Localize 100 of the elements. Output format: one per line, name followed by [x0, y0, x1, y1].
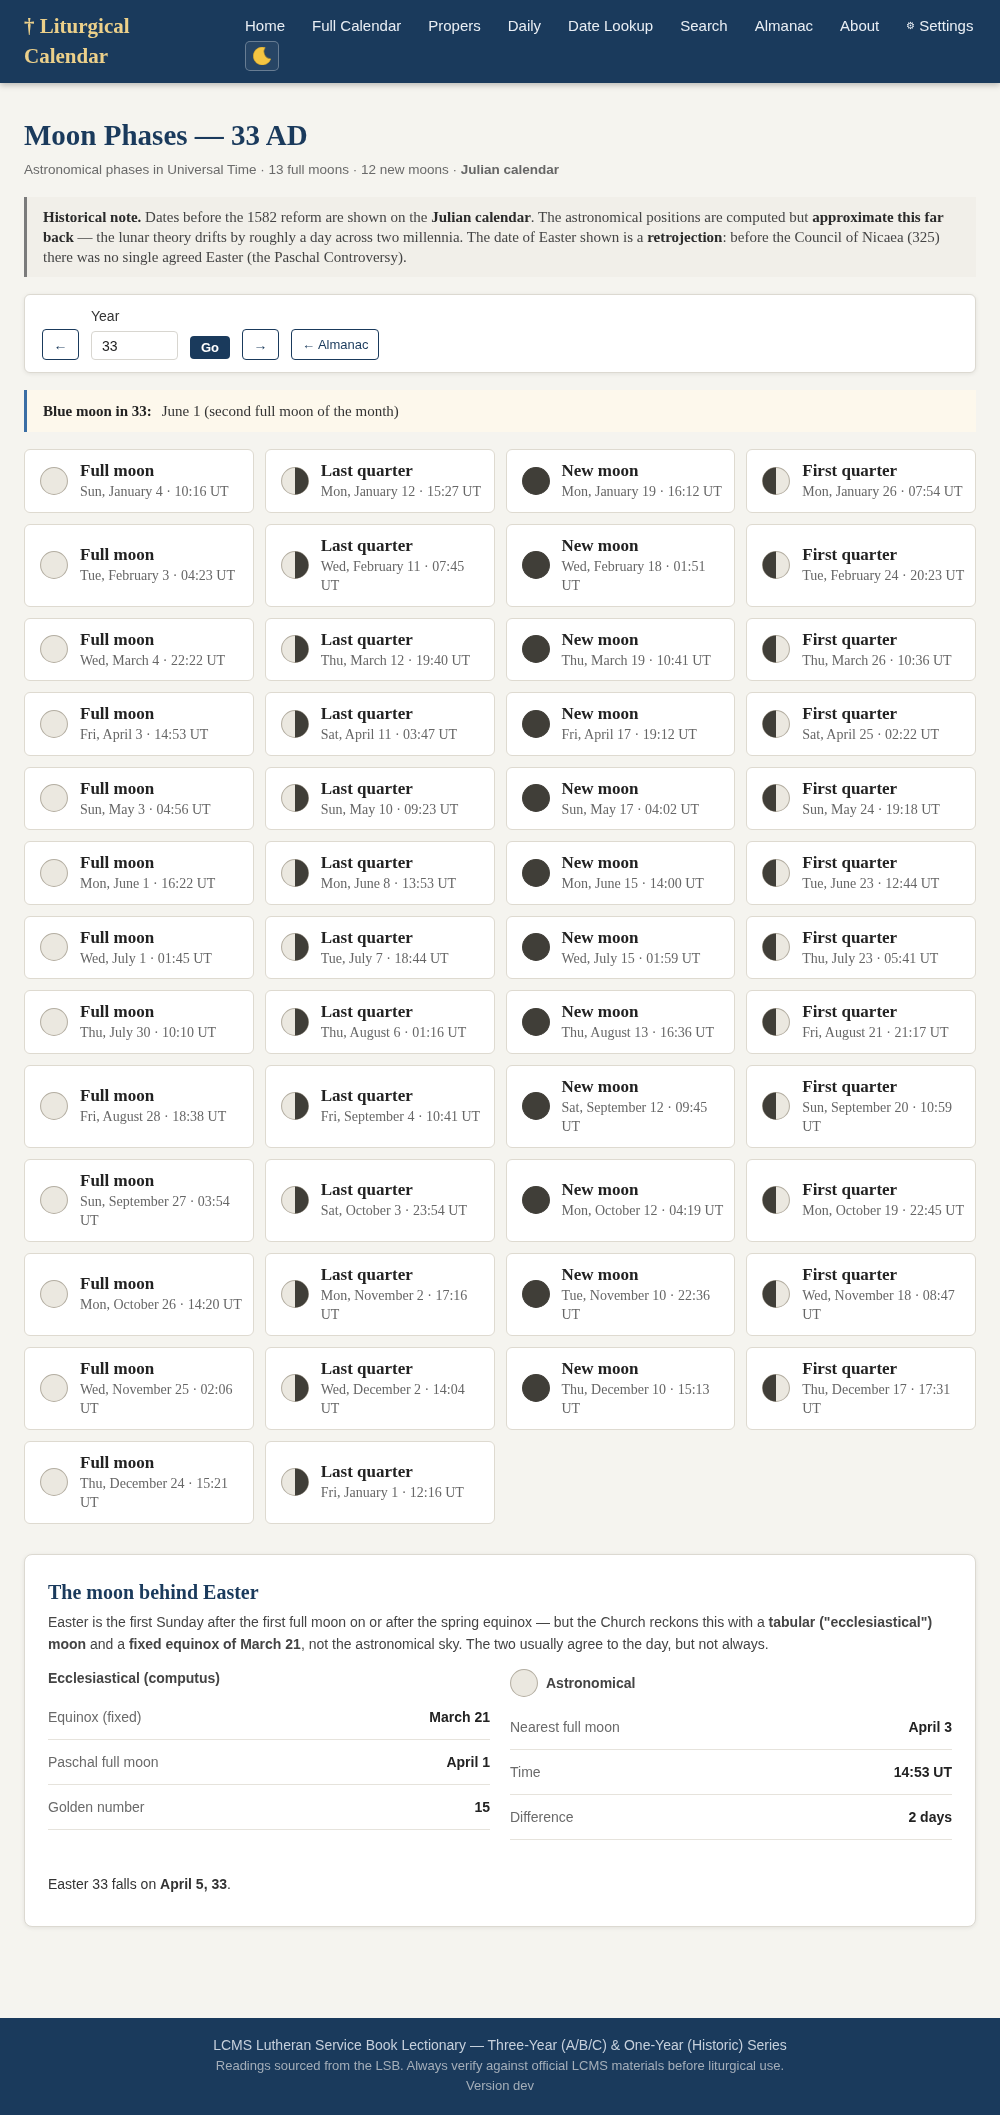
phase-title: Last quarter [320, 1461, 414, 1484]
theme-toggle-button[interactable] [245, 40, 279, 71]
full-moon-icon [40, 858, 68, 887]
phase-title: Full moon [80, 628, 156, 651]
row-label: Time [510, 1763, 541, 1781]
phase-date: Sun, May 10 · 09:23 UT [320, 800, 459, 819]
phase-date: Mon, June 15 · 14:00 UT [561, 875, 704, 893]
phase-title: New moon [561, 1263, 640, 1286]
nav-link[interactable]: About [840, 16, 880, 37]
new-moon-icon [521, 1374, 550, 1402]
half-moon-icon [280, 1280, 309, 1308]
row-value: March 21 [429, 1708, 490, 1726]
almanac-link[interactable]: ← Almanac [291, 329, 380, 360]
full-moon-icon [40, 933, 68, 962]
new-moon-icon [521, 709, 550, 738]
phase-date: Tue, July 7 · 18:44 UT [320, 949, 449, 968]
phase-date: Mon, October 19 · 22:45 UT [802, 1202, 964, 1221]
half-moon-icon [280, 709, 309, 738]
site-logo[interactable]: † Liturgical Calendar [24, 11, 148, 71]
new-moon-icon [521, 1186, 550, 1214]
highlight-text: June 1 (second full moon of the month) [161, 402, 399, 421]
next-year-button[interactable]: → [242, 329, 279, 360]
full-moon-icon [40, 635, 68, 664]
half-moon-icon [280, 466, 309, 495]
phase-title: Full moon [80, 703, 156, 725]
phase-title: New moon [561, 1357, 640, 1380]
phase-date: Sun, May 17 · 04:02 UT [561, 800, 700, 819]
phase-date: Wed, March 4 · 22:22 UT [80, 651, 226, 670]
phase-date: Fri, January 1 · 12:16 UT [320, 1484, 464, 1503]
phase-title: New moon [561, 777, 640, 800]
phase-date: Mon, January 12 · 15:27 UT [320, 483, 481, 501]
new-moon-icon [521, 635, 550, 664]
phase-title: Last quarter [320, 460, 414, 482]
half-moon-icon [280, 1007, 309, 1036]
page-title: Moon Phases — 33 AD [24, 118, 309, 152]
row-value: 14:53 UT [893, 1763, 952, 1781]
go-button[interactable]: Go [190, 336, 230, 359]
year-input[interactable]: 33 [91, 331, 178, 360]
nav-link[interactable]: Almanac [754, 16, 814, 37]
nav-link[interactable]: Search [680, 16, 728, 37]
phase-date: Sat, April 11 · 03:47 UT [320, 726, 458, 744]
full-moon-icon [510, 1668, 538, 1697]
page-subtitle: Astronomical phases in Universal Time · 13 full moons · 12 new moons · Julian calendar [24, 161, 560, 179]
full-moon-icon [40, 1280, 68, 1308]
nav-link[interactable]: Full Calendar [312, 16, 402, 37]
phase-title: First quarter [802, 460, 899, 482]
phase-date: Fri, April 3 · 14:53 UT [80, 726, 209, 744]
version-text: Version dev [466, 2077, 534, 2095]
half-moon-icon [280, 1468, 309, 1496]
phase-date: Wed, July 15 · 01:59 UT [561, 949, 701, 968]
previous-year-button[interactable]: ← [42, 329, 79, 360]
row-value: April 3 [908, 1718, 952, 1736]
nav-link[interactable]: Daily [507, 16, 542, 37]
phase-title: New moon [561, 703, 640, 725]
full-moon-icon [40, 1374, 68, 1402]
new-moon-icon [521, 466, 550, 495]
row-label: Nearest full moon [510, 1718, 620, 1736]
phase-title: Full moon [80, 777, 156, 800]
phase-date: Thu, July 30 · 10:10 UT [80, 1024, 217, 1042]
phase-title: Last quarter [320, 1179, 414, 1202]
phase-date: Sun, September 27 · 03:54 UT [80, 1192, 231, 1230]
phase-date: Fri, September 4 · 10:41 UT [320, 1108, 481, 1127]
phase-date: Thu, December 10 · 15:13 UT [561, 1380, 711, 1418]
half-moon-icon [762, 709, 791, 738]
phase-date: Fri, April 17 · 19:12 UT [561, 726, 697, 744]
nav-link[interactable]: Date Lookup [568, 16, 654, 37]
phase-date: Wed, February 11 · 07:45 UT [320, 557, 466, 595]
phase-date: Thu, March 19 · 10:41 UT [561, 651, 711, 670]
phase-date: Wed, July 1 · 01:45 UT [80, 949, 212, 968]
phase-date: Thu, August 13 · 16:36 UT [561, 1024, 714, 1042]
phase-title: First quarter [802, 852, 899, 874]
full-moon-icon [40, 784, 68, 813]
half-moon-icon [762, 1280, 791, 1308]
phase-date: Wed, November 18 · 08:47 UT [802, 1286, 956, 1324]
new-moon-icon [521, 1007, 550, 1036]
nav-link[interactable]: Propers [428, 16, 481, 37]
phase-date: Thu, December 17 · 17:31 UT [802, 1380, 952, 1418]
phase-title: Full moon [80, 1169, 156, 1192]
highlight-label: Blue moon in 33: [43, 402, 152, 421]
half-moon-icon [280, 1374, 309, 1402]
full-moon-icon [40, 466, 68, 495]
half-moon-icon [280, 784, 309, 813]
phase-title: Full moon [80, 1001, 156, 1023]
nav-link[interactable]: Home [245, 16, 285, 37]
full-moon-icon [40, 551, 68, 579]
phase-title: Full moon [80, 1357, 156, 1380]
nav-link[interactable]: ⚙ Settings [906, 16, 974, 37]
half-moon-icon [762, 1092, 791, 1120]
half-moon-icon [762, 933, 791, 962]
phase-date: Wed, February 18 · 01:51 UT [561, 557, 707, 595]
new-moon-icon [521, 784, 550, 813]
phase-date: Thu, July 23 · 05:41 UT [802, 949, 939, 968]
phase-date: Sun, September 20 · 10:59 UT [802, 1098, 953, 1136]
note-text: Historical note. Dates before the 1582 reform are shown on the Julian calendar. The astronomical positions are computed but approximate this far back — the lunar theory drifts by roughly a day across two millennia. The date of Easter shown is a retrojection: before the Council of Nicaea (325) there was no single agreed Easter (the Paschal Controversy). [43, 208, 945, 267]
phase-date: Sun, May 3 · 04:56 UT [80, 800, 211, 819]
full-moon-icon [40, 1007, 68, 1036]
easter-date-text: Easter 33 falls on April 5, 33. [48, 1874, 232, 1894]
phase-date: Thu, March 12 · 19:40 UT [320, 651, 471, 670]
column-heading: Astronomical [546, 1673, 636, 1692]
phase-title: Last quarter [320, 1085, 414, 1108]
